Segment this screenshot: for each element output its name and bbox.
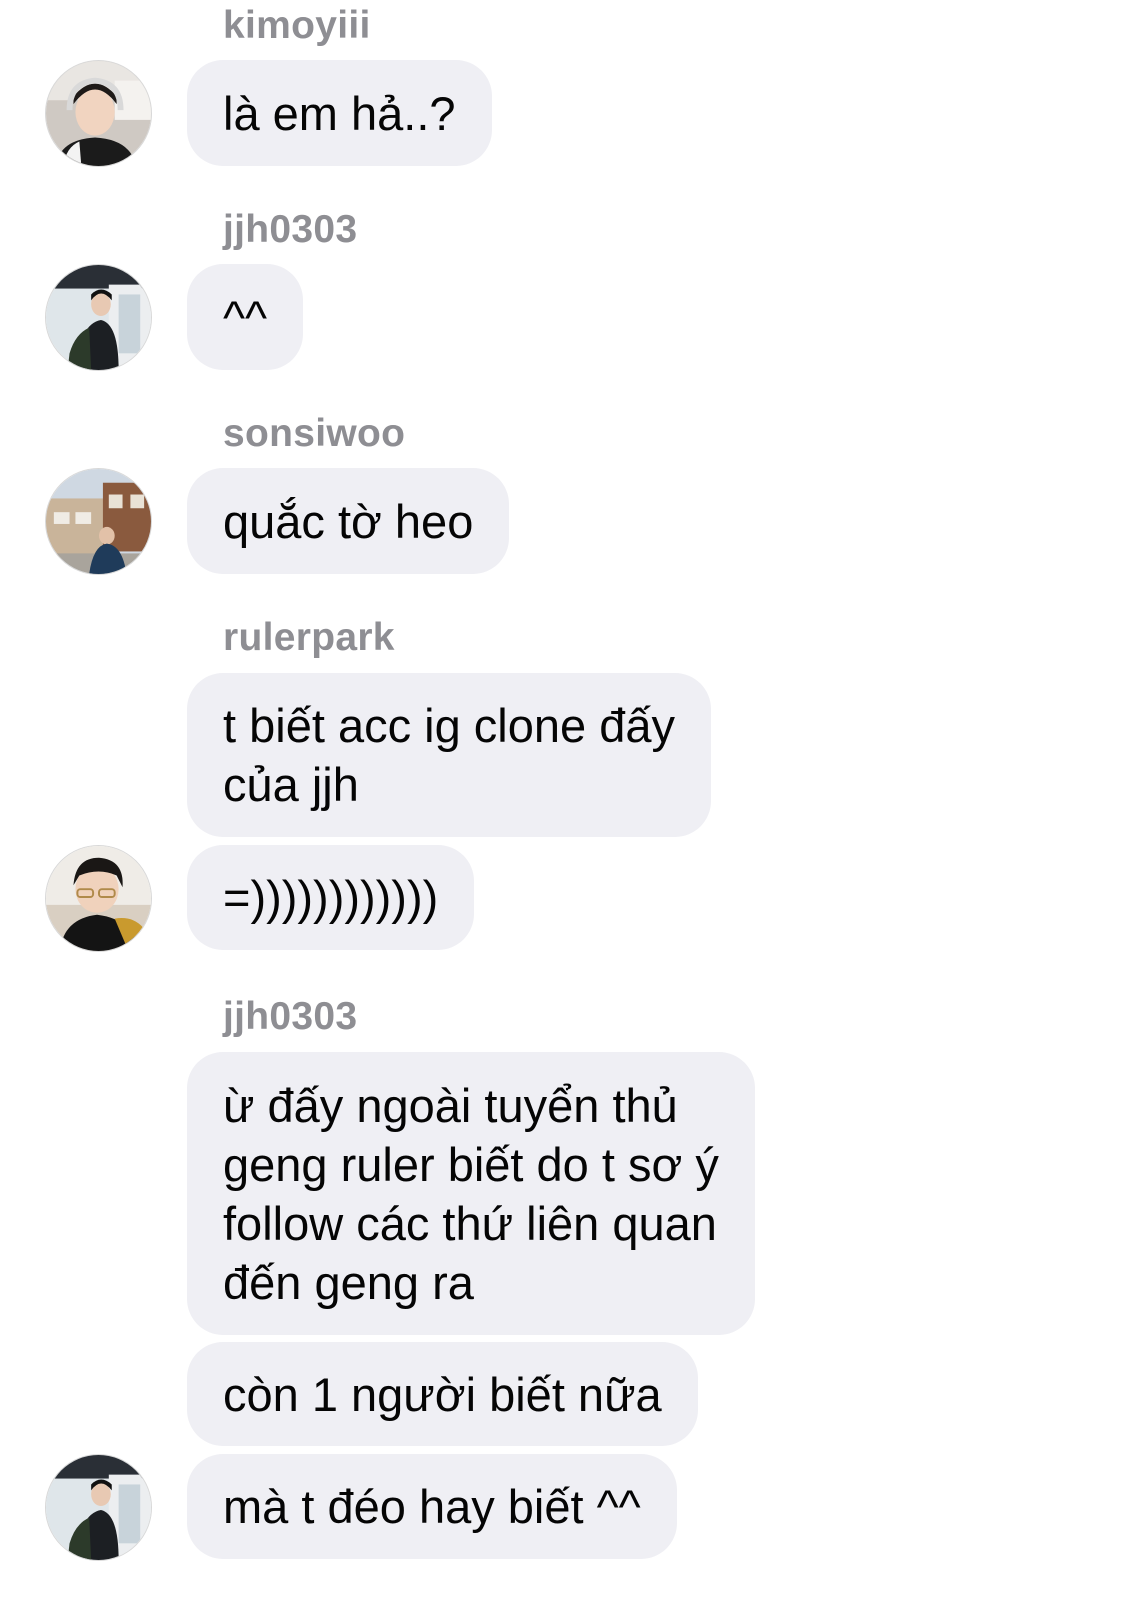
avatar-photo — [46, 469, 151, 574]
avatar[interactable] — [45, 264, 152, 371]
sender-name: rulerpark — [223, 616, 395, 659]
avatar-photo — [46, 846, 151, 951]
message-bubble[interactable]: mà t đéo hay biết ^^ — [187, 1454, 677, 1559]
sender-name: jjh0303 — [223, 208, 358, 251]
sender-name: sonsiwoo — [223, 412, 406, 455]
message-bubble[interactable]: ^^ — [187, 264, 304, 370]
sender-name: kimoyiii — [223, 4, 371, 47]
avatar-photo — [46, 265, 151, 370]
sender-name: jjh0303 — [223, 995, 358, 1038]
avatar-photo — [46, 61, 151, 166]
message-bubble[interactable]: t biết acc ig clone đấy của jjh — [187, 673, 711, 837]
message-bubble[interactable]: quắc tờ heo — [187, 468, 510, 574]
message-bubble[interactable]: là em hả..? — [187, 60, 492, 166]
avatar[interactable] — [45, 468, 152, 575]
avatar-photo — [46, 1455, 151, 1560]
avatar[interactable] — [45, 1454, 152, 1561]
message-bubble[interactable]: ừ đấy ngoài tuyển thủ geng ruler biết do… — [187, 1052, 755, 1335]
message-bubble[interactable]: =)))))))))))) — [187, 845, 475, 950]
avatar[interactable] — [45, 60, 152, 167]
avatar[interactable] — [45, 845, 152, 952]
message-bubble[interactable]: còn 1 người biết nữa — [187, 1342, 698, 1446]
